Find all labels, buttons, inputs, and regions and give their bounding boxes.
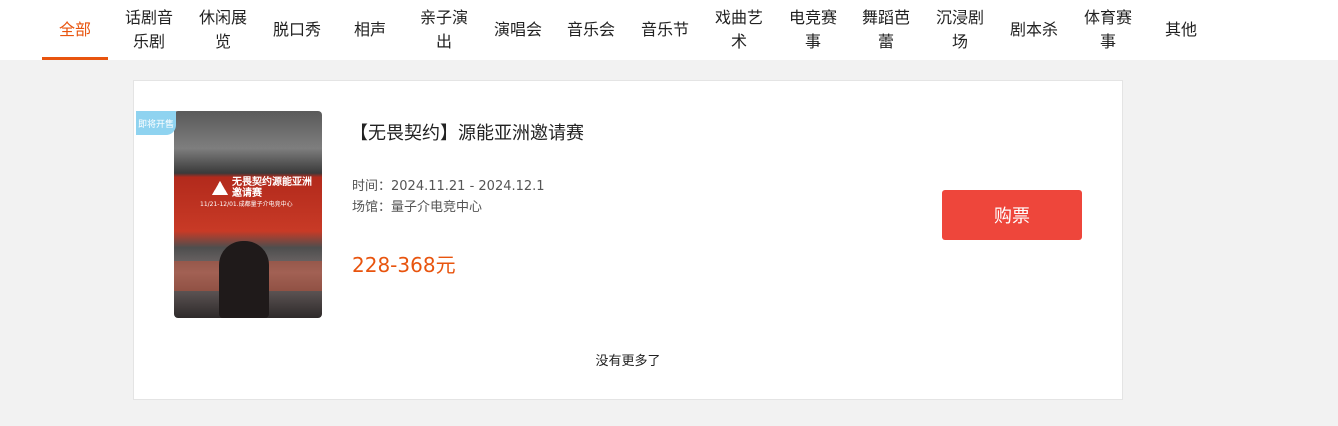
buy-ticket-button[interactable]: 购票 bbox=[942, 190, 1082, 240]
tab-concert[interactable]: 演唱会 bbox=[485, 0, 551, 60]
tab-murder-mystery[interactable]: 剧本杀 bbox=[1001, 0, 1067, 60]
event-venue: 场馆：量子介电竞中心 bbox=[352, 196, 482, 215]
time-value: 2024.11.21 - 2024.12.1 bbox=[391, 179, 545, 194]
poster-figure bbox=[219, 241, 269, 318]
event-price: 228-368元 bbox=[352, 253, 456, 277]
time-label: 时间： bbox=[352, 179, 392, 194]
category-tabbar: 全部 话剧音乐剧 休闲展览 脱口秀 相声 亲子演出 演唱会 音乐会 音乐节 戏曲… bbox=[0, 0, 1338, 60]
presale-badge: 即将开售 bbox=[136, 111, 176, 135]
tab-music-festival[interactable]: 音乐节 bbox=[632, 0, 698, 60]
poster-subtitle: 11/21-12/01.成都量子介电竞中心 bbox=[200, 201, 293, 208]
tab-sports[interactable]: 体育赛事 bbox=[1075, 0, 1141, 60]
event-time: 时间：2024.11.21 - 2024.12.1 bbox=[352, 175, 545, 194]
no-more-text: 没有更多了 bbox=[595, 354, 661, 369]
tab-dance-ballet[interactable]: 舞蹈芭蕾 bbox=[853, 0, 919, 60]
tab-standup[interactable]: 脱口秀 bbox=[264, 0, 330, 60]
tab-immersive-theater[interactable]: 沉浸剧场 bbox=[927, 0, 993, 60]
poster-logo-icon bbox=[212, 181, 228, 195]
tab-other[interactable]: 其他 bbox=[1148, 0, 1214, 60]
event-poster[interactable]: 无畏契约源能亚洲邀请赛 11/21-12/01.成都量子介电竞中心 bbox=[174, 111, 322, 318]
poster-title: 无畏契约源能亚洲邀请赛 bbox=[232, 177, 312, 199]
tab-esports[interactable]: 电竞赛事 bbox=[780, 0, 846, 60]
event-title[interactable]: 【无畏契约】源能亚洲邀请赛 bbox=[350, 119, 584, 145]
venue-value: 量子介电竞中心 bbox=[391, 200, 483, 215]
tab-crosstalk[interactable]: 相声 bbox=[337, 0, 403, 60]
tab-leisure-exhibition[interactable]: 休闲展览 bbox=[190, 0, 256, 60]
tab-kids[interactable]: 亲子演出 bbox=[411, 0, 477, 60]
event-card: 无畏契约源能亚洲邀请赛 11/21-12/01.成都量子介电竞中心 【无畏契约】… bbox=[133, 80, 1123, 400]
tab-drama-musical[interactable]: 话剧音乐剧 bbox=[116, 0, 182, 60]
tab-all[interactable]: 全部 bbox=[42, 0, 108, 60]
tab-opera-art[interactable]: 戏曲艺术 bbox=[706, 0, 772, 60]
venue-label: 场馆： bbox=[352, 200, 392, 215]
tab-classical-concert[interactable]: 音乐会 bbox=[558, 0, 624, 60]
